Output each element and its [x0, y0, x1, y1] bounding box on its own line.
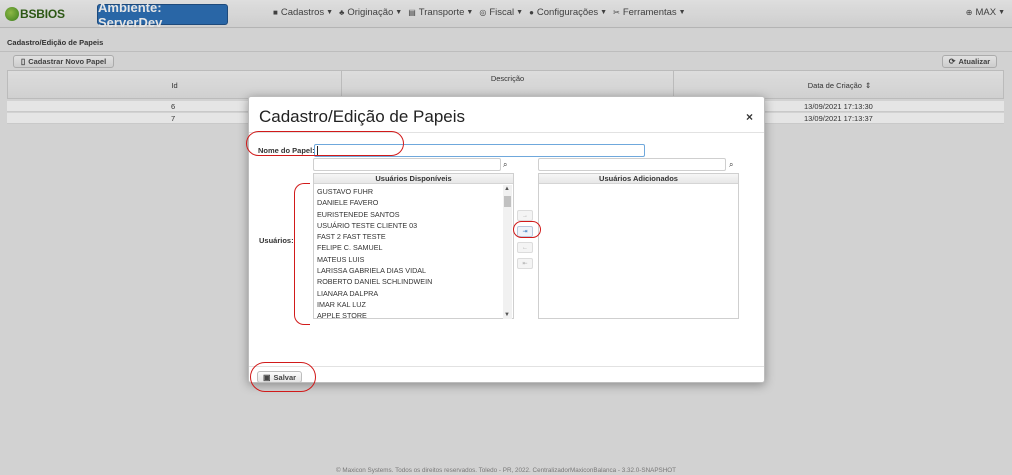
available-users-items: GUSTAVO FUHR DANIELE FAVERO EURISTENEDE … [317, 186, 432, 322]
add-selected-button[interactable]: → [517, 210, 533, 221]
arrow-left-bar-icon: ⇤ [522, 261, 528, 267]
added-users-header: Usuários Adicionados [539, 174, 738, 184]
list-item[interactable]: ROBERTO DANIEL SCHLINDWEIN [317, 276, 432, 287]
remove-all-button[interactable]: ⇤ [517, 258, 533, 269]
added-users-filter-input[interactable] [538, 158, 726, 171]
annotation-circle-save-button [250, 362, 316, 392]
list-item[interactable]: FELIPE C. SAMUEL [317, 242, 432, 253]
annotation-circle-add-button [513, 221, 541, 238]
modal-footer-divider [249, 366, 764, 367]
arrow-left-icon: ← [522, 244, 528, 251]
close-icon[interactable]: × [746, 110, 753, 124]
list-item[interactable]: GUSTAVO FUHR [317, 186, 432, 197]
added-users-list[interactable]: Usuários Adicionados [538, 173, 739, 319]
list-item[interactable]: DANIELE FAVERO [317, 197, 432, 208]
available-users-list[interactable]: Usuários Disponíveis GUSTAVO FUHR DANIEL… [313, 173, 514, 322]
footer-copyright: © Maxicon Systems. Todos os direitos res… [335, 467, 677, 474]
list-item[interactable]: IMAR KAL LUZ [317, 299, 432, 310]
list-item[interactable]: EURISTENEDE SANTOS [317, 209, 432, 220]
scroll-down-icon[interactable]: ▼ [504, 312, 510, 318]
available-users-header: Usuários Disponíveis [314, 174, 513, 184]
list-item[interactable]: MATEUS LUIS [317, 254, 432, 265]
list-item[interactable]: FAST 2 FAST TESTE [317, 231, 432, 242]
users-label: Usuários: [259, 236, 294, 245]
list-item[interactable]: LIANARA DALPRA [317, 288, 432, 299]
remove-selected-button[interactable]: ← [517, 242, 533, 253]
available-users-filter-input[interactable] [313, 158, 501, 171]
annotation-bracket-users [294, 183, 310, 325]
arrow-right-icon: → [522, 212, 528, 219]
list-item[interactable]: LARISSA GABRIELA DIAS VIDAL [317, 265, 432, 276]
search-icon[interactable]: ⌕ [729, 160, 733, 170]
search-icon[interactable]: ⌕ [503, 160, 507, 170]
scroll-up-icon[interactable]: ▲ [504, 186, 510, 192]
modal-title: Cadastro/Edição de Papeis [259, 107, 466, 126]
list-item[interactable]: APPLE STORE [317, 310, 432, 321]
scrollbar-thumb[interactable] [504, 196, 511, 207]
annotation-circle-role-name [246, 131, 404, 156]
list-item[interactable]: USUÁRIO TESTE CLIENTE 03 [317, 220, 432, 231]
scrollbar[interactable]: ▲ ▼ [503, 185, 512, 319]
